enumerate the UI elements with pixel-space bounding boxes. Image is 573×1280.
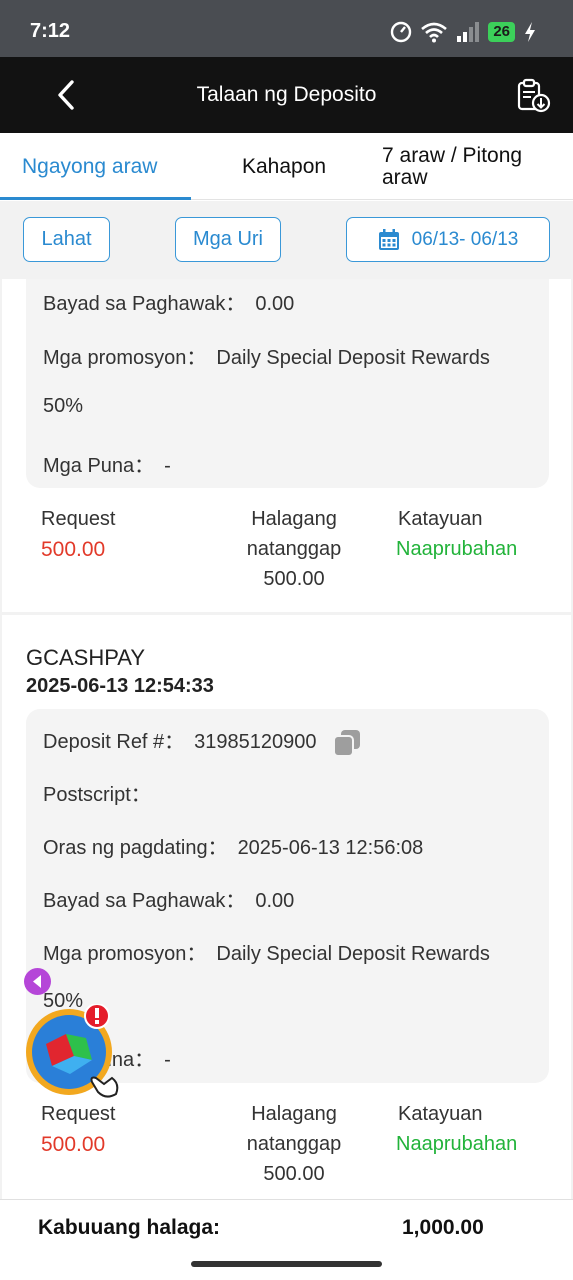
- received-label-line2: natanggap: [246, 538, 342, 560]
- tab-yesterday[interactable]: Kahapon: [242, 133, 326, 200]
- tab-7-days[interactable]: 7 araw / Pitong araw: [382, 133, 562, 200]
- received-amount: 500.00: [263, 1163, 325, 1185]
- fee-row: Bayad sa Paghawak： 0.00: [43, 884, 294, 913]
- received-label-line1: Halagang: [251, 508, 337, 530]
- home-gesture-pill[interactable]: [191, 1261, 382, 1267]
- total-bar: Kabuuang halaga: 1,000.00: [0, 1199, 573, 1256]
- battery-indicator: 26: [488, 22, 515, 42]
- system-nav-bar: [0, 1256, 573, 1280]
- filter-bar: Lahat Mga Uri 06/13- 06/13: [0, 201, 573, 279]
- export-clipboard-icon[interactable]: [515, 77, 551, 113]
- date-range-label: 06/13- 06/13: [411, 228, 519, 250]
- wifi-icon: [421, 22, 448, 43]
- gift-box-promo-icon[interactable]: [24, 1004, 119, 1099]
- record-datetime: 2025-06-13 12:54:33: [26, 675, 214, 697]
- status-label: Katayuan: [398, 1103, 483, 1125]
- promo-cont: 50%: [43, 395, 84, 417]
- charging-icon: [525, 22, 535, 42]
- postscript-label: Postscript：: [43, 784, 151, 806]
- status-value: Naaprubahan: [396, 1133, 518, 1155]
- filter-types-button[interactable]: Mga Uri: [175, 217, 281, 262]
- status-value: Naaprubahan: [396, 538, 518, 560]
- tab-today[interactable]: Ngayong araw: [22, 133, 157, 200]
- promo-row: Mga promosyon： Daily Special Deposit Rewa…: [43, 341, 490, 370]
- copy-icon[interactable]: [332, 729, 362, 757]
- fee-label: Bayad sa Paghawak：: [43, 890, 246, 912]
- arrival-value: 2025-06-13 12:56:08: [237, 837, 424, 859]
- deposit-record-card: GCASHPAY 2025-06-13 12:54:33 Deposit Ref…: [2, 615, 571, 1199]
- received-amount: 500.00: [263, 568, 325, 590]
- remarks-value: -: [164, 455, 171, 477]
- ref-row: Deposit Ref #： 31985120900: [43, 725, 362, 757]
- filter-all-button[interactable]: Lahat: [23, 217, 110, 262]
- promo-value: Daily Special Deposit Rewards: [216, 347, 490, 369]
- fee-row: Bayad sa Paghawak： 0.00: [43, 287, 294, 316]
- remarks-label: Mga Puna：: [43, 455, 155, 477]
- date-tabs: Ngayong araw Kahapon 7 araw / Pitong ara…: [0, 133, 573, 200]
- page-title: Talaan ng Deposito: [196, 83, 377, 106]
- promo-label: Mga promosyon：: [43, 347, 207, 369]
- data-saver-icon: [391, 21, 412, 43]
- remarks-value: -: [164, 1049, 171, 1071]
- date-range-button[interactable]: 06/13- 06/13: [346, 217, 550, 262]
- promo-value: Daily Special Deposit Rewards: [216, 943, 490, 965]
- app-header: Talaan ng Deposito: [0, 57, 573, 133]
- calendar-icon: [378, 228, 399, 250]
- collapse-arrow-icon[interactable]: [24, 968, 51, 995]
- total-value: 1,000.00: [402, 1216, 484, 1239]
- promo-row: Mga promosyon： Daily Special Deposit Rewa…: [43, 937, 490, 966]
- arrival-row: Oras ng pagdating： 2025-06-13 12:56:08: [43, 831, 423, 860]
- remarks-row: Mga Puna：-: [43, 449, 171, 478]
- active-tab-indicator: [0, 197, 191, 200]
- request-label: Request: [41, 1103, 116, 1125]
- ref-value: 31985120900: [194, 731, 317, 753]
- fee-label: Bayad sa Paghawak：: [43, 293, 246, 315]
- request-amount: 500.00: [41, 538, 106, 561]
- ref-label: Deposit Ref #：: [43, 731, 185, 753]
- request-label: Request: [41, 508, 116, 530]
- arrival-label: Oras ng pagdating：: [43, 837, 228, 859]
- fee-value: 0.00: [255, 293, 295, 315]
- status-label: Katayuan: [398, 508, 483, 530]
- total-label: Kabuuang halaga:: [38, 1216, 221, 1239]
- payment-method: GCASHPAY: [26, 645, 145, 670]
- status-icons: 26: [390, 21, 537, 43]
- received-label-line1: Halagang: [251, 1103, 337, 1125]
- promo-label: Mga promosyon：: [43, 943, 207, 965]
- request-amount: 500.00: [41, 1133, 106, 1156]
- signal-icon: [457, 22, 480, 42]
- record-details: Bayad sa Paghawak： 0.00 Mga promosyon： Dai…: [26, 279, 549, 488]
- status-time: 7:12: [30, 20, 71, 42]
- deposit-record-card: Bayad sa Paghawak： 0.00 Mga promosyon： Dai…: [2, 279, 571, 612]
- fee-value: 0.00: [255, 890, 295, 912]
- received-label-line2: natanggap: [246, 1133, 342, 1155]
- status-bar: 7:12 26: [0, 0, 573, 57]
